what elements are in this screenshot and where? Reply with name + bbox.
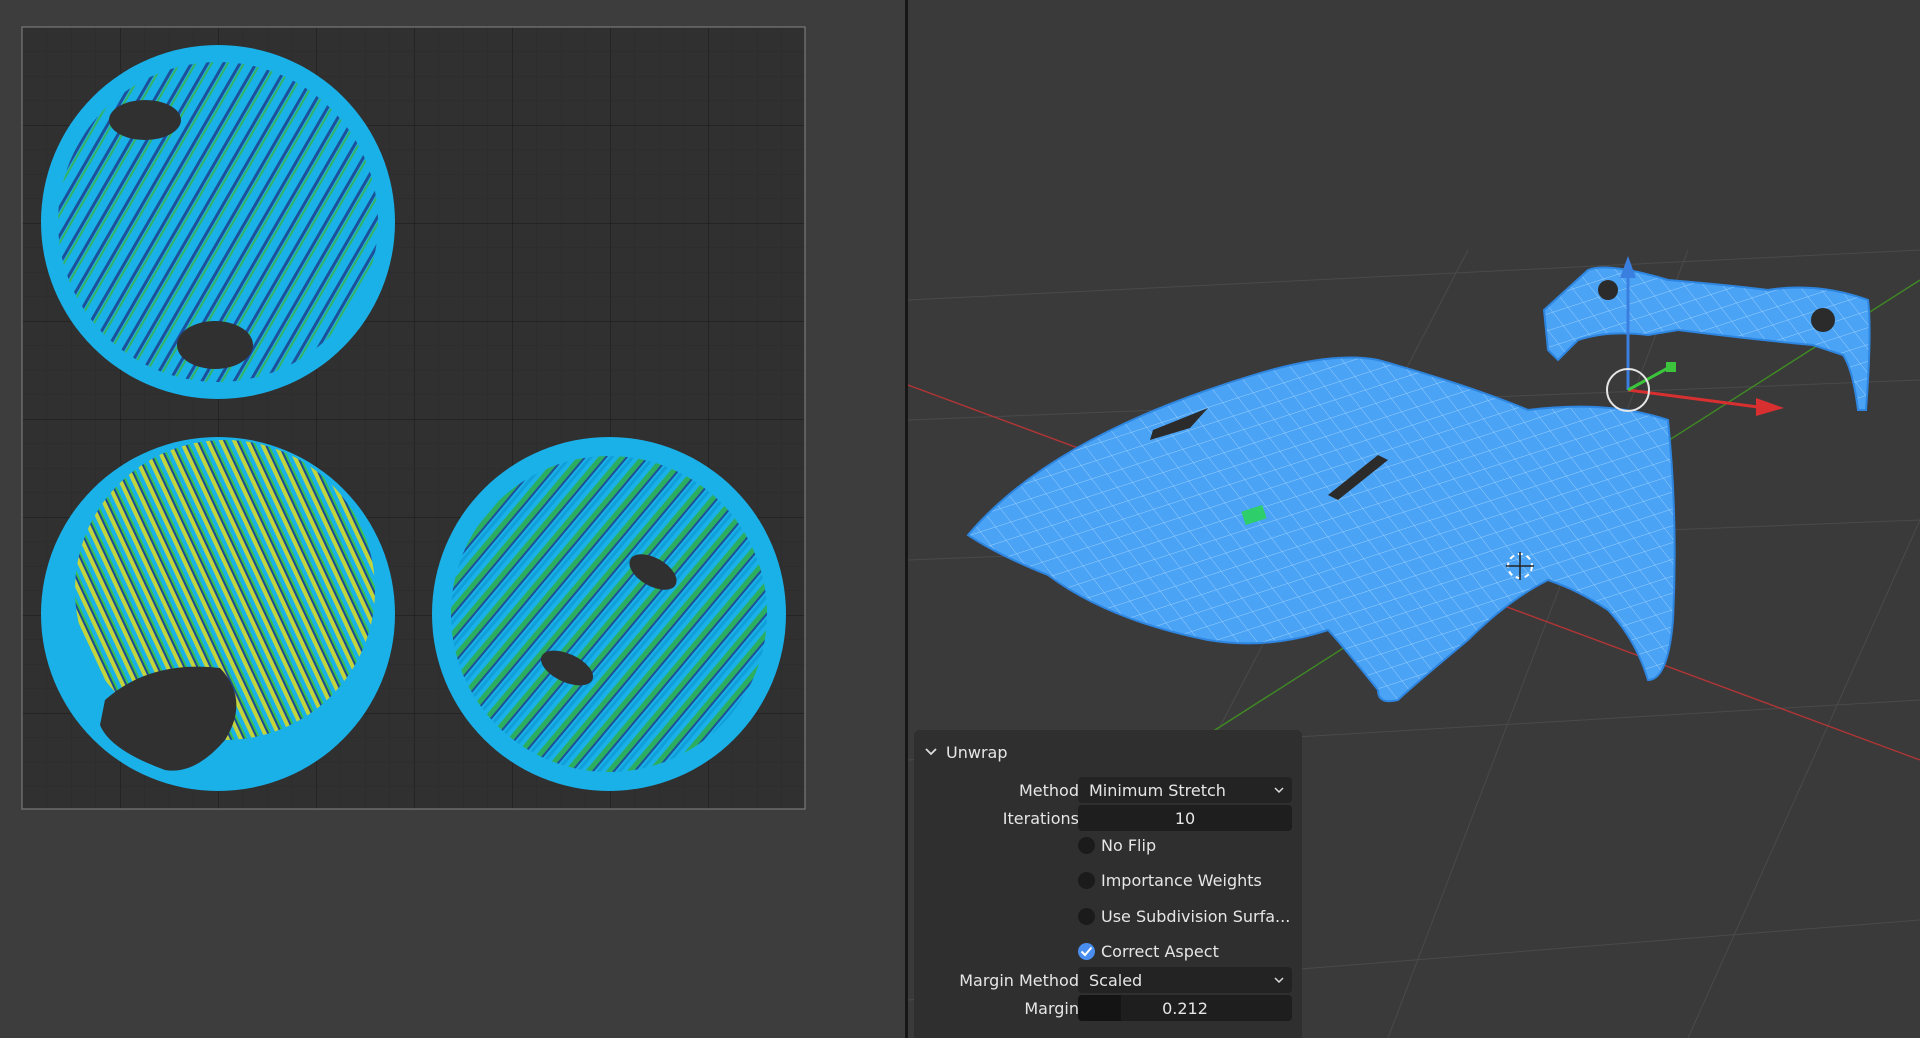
panel-title: Unwrap — [946, 742, 1008, 762]
chevron-down-icon — [1274, 787, 1284, 794]
importance-weights-checkbox[interactable]: Importance Weights — [1078, 871, 1262, 890]
margin-row: Margin 0.212 — [914, 994, 1302, 1022]
method-value: Minimum Stretch — [1089, 781, 1226, 800]
checkbox-box — [1078, 872, 1095, 889]
uv-editor[interactable] — [0, 0, 905, 1038]
chevron-down-icon — [1274, 977, 1284, 984]
use-subdivision-label: Use Subdivision Surfa... — [1101, 907, 1291, 926]
correct-aspect-label: Correct Aspect — [1101, 942, 1219, 961]
x-arrow-icon — [1756, 398, 1784, 416]
use-subdivision-row: Use Subdivision Surfa... — [914, 903, 1302, 931]
correct-aspect-checkbox[interactable]: Correct Aspect — [1078, 942, 1219, 961]
no-flip-checkbox[interactable]: No Flip — [1078, 836, 1156, 855]
method-dropdown[interactable]: Minimum Stretch — [1078, 777, 1292, 803]
margin-method-label: Margin Method — [959, 971, 1079, 990]
importance-weights-label: Importance Weights — [1101, 871, 1262, 890]
uv-island-top-left[interactable] — [41, 45, 395, 399]
importance-weights-row: Importance Weights — [914, 867, 1302, 895]
uv-island-bottom-left[interactable] — [41, 437, 395, 791]
unwrap-operator-panel[interactable]: Unwrap Method Minimum Stretch Iterations… — [914, 730, 1302, 1038]
checkbox-box — [1078, 837, 1095, 854]
iterations-row: Iterations 10 — [914, 804, 1302, 832]
unwrap-panel-header[interactable]: Unwrap — [922, 738, 1007, 766]
margin-method-value: Scaled — [1089, 971, 1143, 990]
y-handle-icon — [1666, 362, 1676, 372]
margin-value: 0.212 — [1162, 999, 1208, 1018]
iterations-value: 10 — [1174, 809, 1196, 828]
iterations-label: Iterations — [1002, 809, 1079, 828]
method-row: Method Minimum Stretch — [914, 776, 1302, 804]
z-arrow-icon — [1620, 256, 1636, 278]
checkmark-icon — [1080, 946, 1093, 957]
chevron-down-icon — [925, 748, 937, 756]
margin-method-dropdown[interactable]: Scaled — [1078, 967, 1292, 993]
no-flip-label: No Flip — [1101, 836, 1157, 855]
iterations-field[interactable]: 10 — [1078, 805, 1292, 831]
margin-slider[interactable]: 0.212 — [1078, 995, 1292, 1021]
method-label: Method — [1018, 781, 1079, 800]
correct-aspect-row: Correct Aspect — [914, 938, 1302, 966]
car-hood-mesh[interactable] — [966, 356, 1676, 703]
use-subdivision-checkbox[interactable]: Use Subdivision Surfa... — [1078, 907, 1290, 926]
uv-island-bottom-right[interactable] — [432, 437, 786, 791]
margin-label: Margin — [1024, 999, 1079, 1018]
uv-canvas[interactable] — [0, 0, 905, 1038]
checkbox-box — [1078, 908, 1095, 925]
no-flip-row: No Flip — [914, 832, 1302, 860]
margin-method-row: Margin Method Scaled — [914, 966, 1302, 994]
checkbox-box — [1078, 943, 1095, 960]
